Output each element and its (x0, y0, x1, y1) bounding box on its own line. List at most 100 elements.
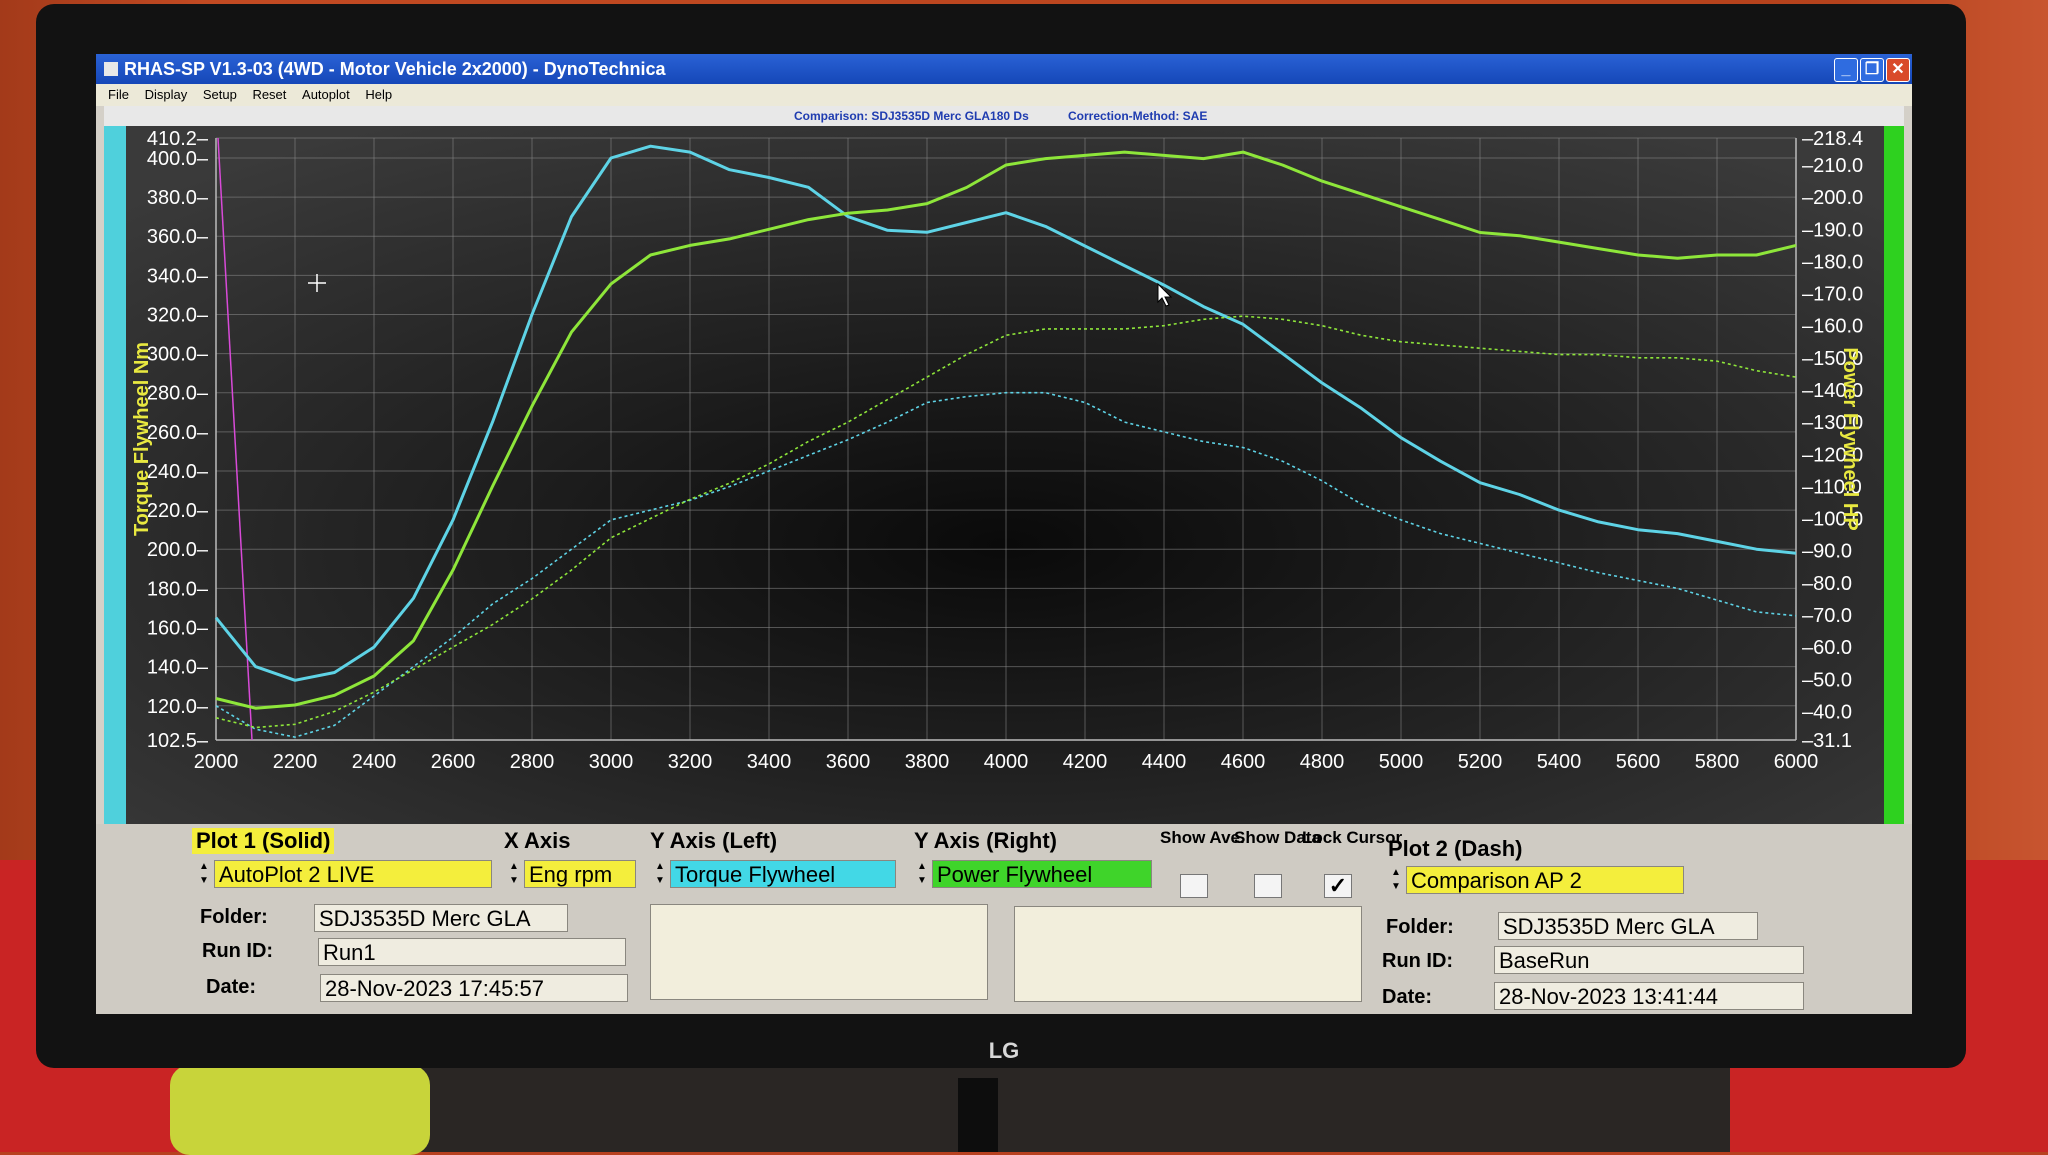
plot1-spinner[interactable]: ▲ ▼ (196, 860, 212, 890)
y-right-tick-label: –218.4 (1802, 128, 1863, 150)
x-tick-label: 3800 (905, 751, 950, 773)
plot2-title: Plot 2 (Dash) (1388, 836, 1523, 861)
x-tick-label: 4000 (984, 751, 1029, 773)
dyno-chart[interactable]: 2000 2200 2400 2600 2800 3000 3200 3400 3600 3800… (126, 126, 1884, 824)
y-left-tick-label: 280.0– (147, 383, 209, 405)
y-right-tick-label: –190.0 (1802, 219, 1863, 241)
x-tick-label: 6000 (1774, 751, 1819, 773)
plot2-runid-field[interactable]: BaseRun (1494, 946, 1804, 974)
y-axis-left-title: Y Axis (Left) (650, 828, 778, 853)
x-tick-label: 4400 (1142, 751, 1187, 773)
show-ave-label: Show Ave. (1160, 828, 1245, 847)
x-tick-label: 5000 (1379, 751, 1424, 773)
y-right-tick-label: –40.0 (1802, 701, 1852, 723)
menu-file[interactable]: File (102, 84, 135, 106)
app-window: RHAS-SP V1.3-03 (4WD - Motor Vehicle 2x2… (96, 54, 1912, 1014)
y-left-tick-label: 240.0– (147, 461, 209, 483)
control-panel: Plot 1 (Solid) X Axis Y Axis (Left) Y Ax… (96, 824, 1912, 1014)
y-right-tick-label: –80.0 (1802, 573, 1852, 595)
y-left-tick-label: 140.0– (147, 657, 209, 679)
plot2-date-field[interactable]: 28-Nov-2023 13:41:44 (1494, 982, 1804, 1010)
y-left-tick-label: 220.0– (147, 500, 209, 522)
x-tick-label: 2200 (273, 751, 318, 773)
y-left-tick-label: 180.0– (147, 578, 209, 600)
menu-help[interactable]: Help (359, 84, 398, 106)
menu-setup[interactable]: Setup (197, 84, 243, 106)
y-left-tick-label: 320.0– (147, 304, 209, 326)
y-axis-left-select[interactable]: Torque Flywheel (670, 860, 896, 888)
plot1-date-field[interactable]: 28-Nov-2023 17:45:57 (320, 974, 628, 1002)
menu-reset[interactable]: Reset (246, 84, 292, 106)
y-right-tick-label: –70.0 (1802, 605, 1852, 627)
lock-cursor-checkbox[interactable]: ✓ (1324, 874, 1352, 898)
x-tick-label: 2600 (431, 751, 476, 773)
menu-autoplot[interactable]: Autoplot (296, 84, 356, 106)
menu-bar: File Display Setup Reset Autoplot Help (96, 84, 1912, 106)
x-tick-label: 2000 (194, 751, 239, 773)
y-axis-right-title: Y Axis (Right) (914, 828, 1058, 853)
plot1-runid-field[interactable]: Run1 (318, 938, 626, 966)
plot1-date-label: Date: (206, 976, 257, 998)
x-tick-label: 5600 (1616, 751, 1661, 773)
x-tick-label: 3400 (747, 751, 792, 773)
title-bar[interactable]: RHAS-SP V1.3-03 (4WD - Motor Vehicle 2x2… (96, 54, 1912, 84)
correction-method-label: Correction-Method: SAE (1068, 109, 1208, 123)
close-button[interactable]: ✕ (1886, 58, 1910, 82)
y-left-tick-label: 400.0– (147, 148, 209, 170)
y-left-tick-label: 360.0– (147, 226, 209, 248)
y-axis-right-select[interactable]: Power Flywheel (932, 860, 1152, 888)
cleaning-cloth (170, 1065, 430, 1155)
y-right-tick-label: –31.1 (1802, 730, 1852, 752)
show-data-checkbox[interactable] (1254, 874, 1282, 898)
chart-background (126, 126, 1884, 824)
plot2-source-select[interactable]: Comparison AP 2 (1406, 866, 1684, 894)
maximize-button[interactable]: ❐ (1860, 58, 1884, 82)
minimize-button[interactable]: _ (1834, 58, 1858, 82)
notes-box-right[interactable] (1014, 906, 1362, 1002)
comparison-bar: Comparison: SDJ3535D Merc GLA180 Ds Corr… (104, 106, 1904, 126)
x-axis-select[interactable]: Eng rpm (524, 860, 636, 888)
y-left-tick-label: 340.0– (147, 265, 209, 287)
x-tick-label: 4600 (1221, 751, 1266, 773)
x-tick-label: 4800 (1300, 751, 1345, 773)
menu-display[interactable]: Display (139, 84, 194, 106)
y-right-tick-label: –60.0 (1802, 637, 1852, 659)
x-tick-label: 2800 (510, 751, 555, 773)
y-right-tick-label: –50.0 (1802, 669, 1852, 691)
y-right-tick-label: –90.0 (1802, 541, 1852, 563)
show-ave-checkbox[interactable] (1180, 874, 1208, 898)
y-right-tick-label: –210.0 (1802, 155, 1863, 177)
x-tick-label: 3600 (826, 751, 871, 773)
plot1-folder-field[interactable]: SDJ3535D Merc GLA (314, 904, 568, 932)
x-axis-spinner[interactable]: ▲ ▼ (506, 860, 522, 890)
x-tick-label: 2400 (352, 751, 397, 773)
plot1-source-select[interactable]: AutoPlot 2 LIVE (214, 860, 492, 888)
x-axis-title: X Axis (504, 828, 571, 853)
monitor-brand-logo: LG (988, 1038, 1020, 1063)
y-right-tick-label: –200.0 (1802, 187, 1863, 209)
comparison-label: Comparison: SDJ3535D Merc GLA180 Ds (794, 109, 1029, 123)
plot2-folder-label: Folder: (1386, 916, 1454, 938)
notes-box-left[interactable] (650, 904, 988, 1000)
plot1-folder-label: Folder: (200, 906, 268, 928)
y-left-axis-title: Torque Flywheel Nm (131, 342, 153, 536)
lock-cursor-label: Lock Cursor (1302, 828, 1403, 847)
y-left-tick-label: 102.5– (147, 730, 209, 752)
y-left-tick-label: 120.0– (147, 696, 209, 718)
y-right-axis-title: Power Flywheel HP (1839, 347, 1861, 530)
y-left-tick-label: 410.2– (147, 128, 209, 150)
x-tick-label: 5400 (1537, 751, 1582, 773)
x-tick-label: 3000 (589, 751, 634, 773)
y-right-spinner[interactable]: ▲ ▼ (914, 860, 930, 890)
plot2-spinner[interactable]: ▲ ▼ (1388, 866, 1404, 896)
x-tick-label: 5200 (1458, 751, 1503, 773)
x-tick-label: 3200 (668, 751, 713, 773)
y-left-tick-label: 200.0– (147, 539, 209, 561)
y-left-tick-label: 260.0– (147, 422, 209, 444)
y-right-tick-label: –160.0 (1802, 316, 1863, 338)
plot2-folder-field[interactable]: SDJ3535D Merc GLA (1498, 912, 1758, 940)
x-tick-label: 4200 (1063, 751, 1108, 773)
plot1-runid-label: Run ID: (202, 940, 274, 962)
y-left-spinner[interactable]: ▲ ▼ (652, 860, 668, 890)
y-left-tick-label: 300.0– (147, 344, 209, 366)
